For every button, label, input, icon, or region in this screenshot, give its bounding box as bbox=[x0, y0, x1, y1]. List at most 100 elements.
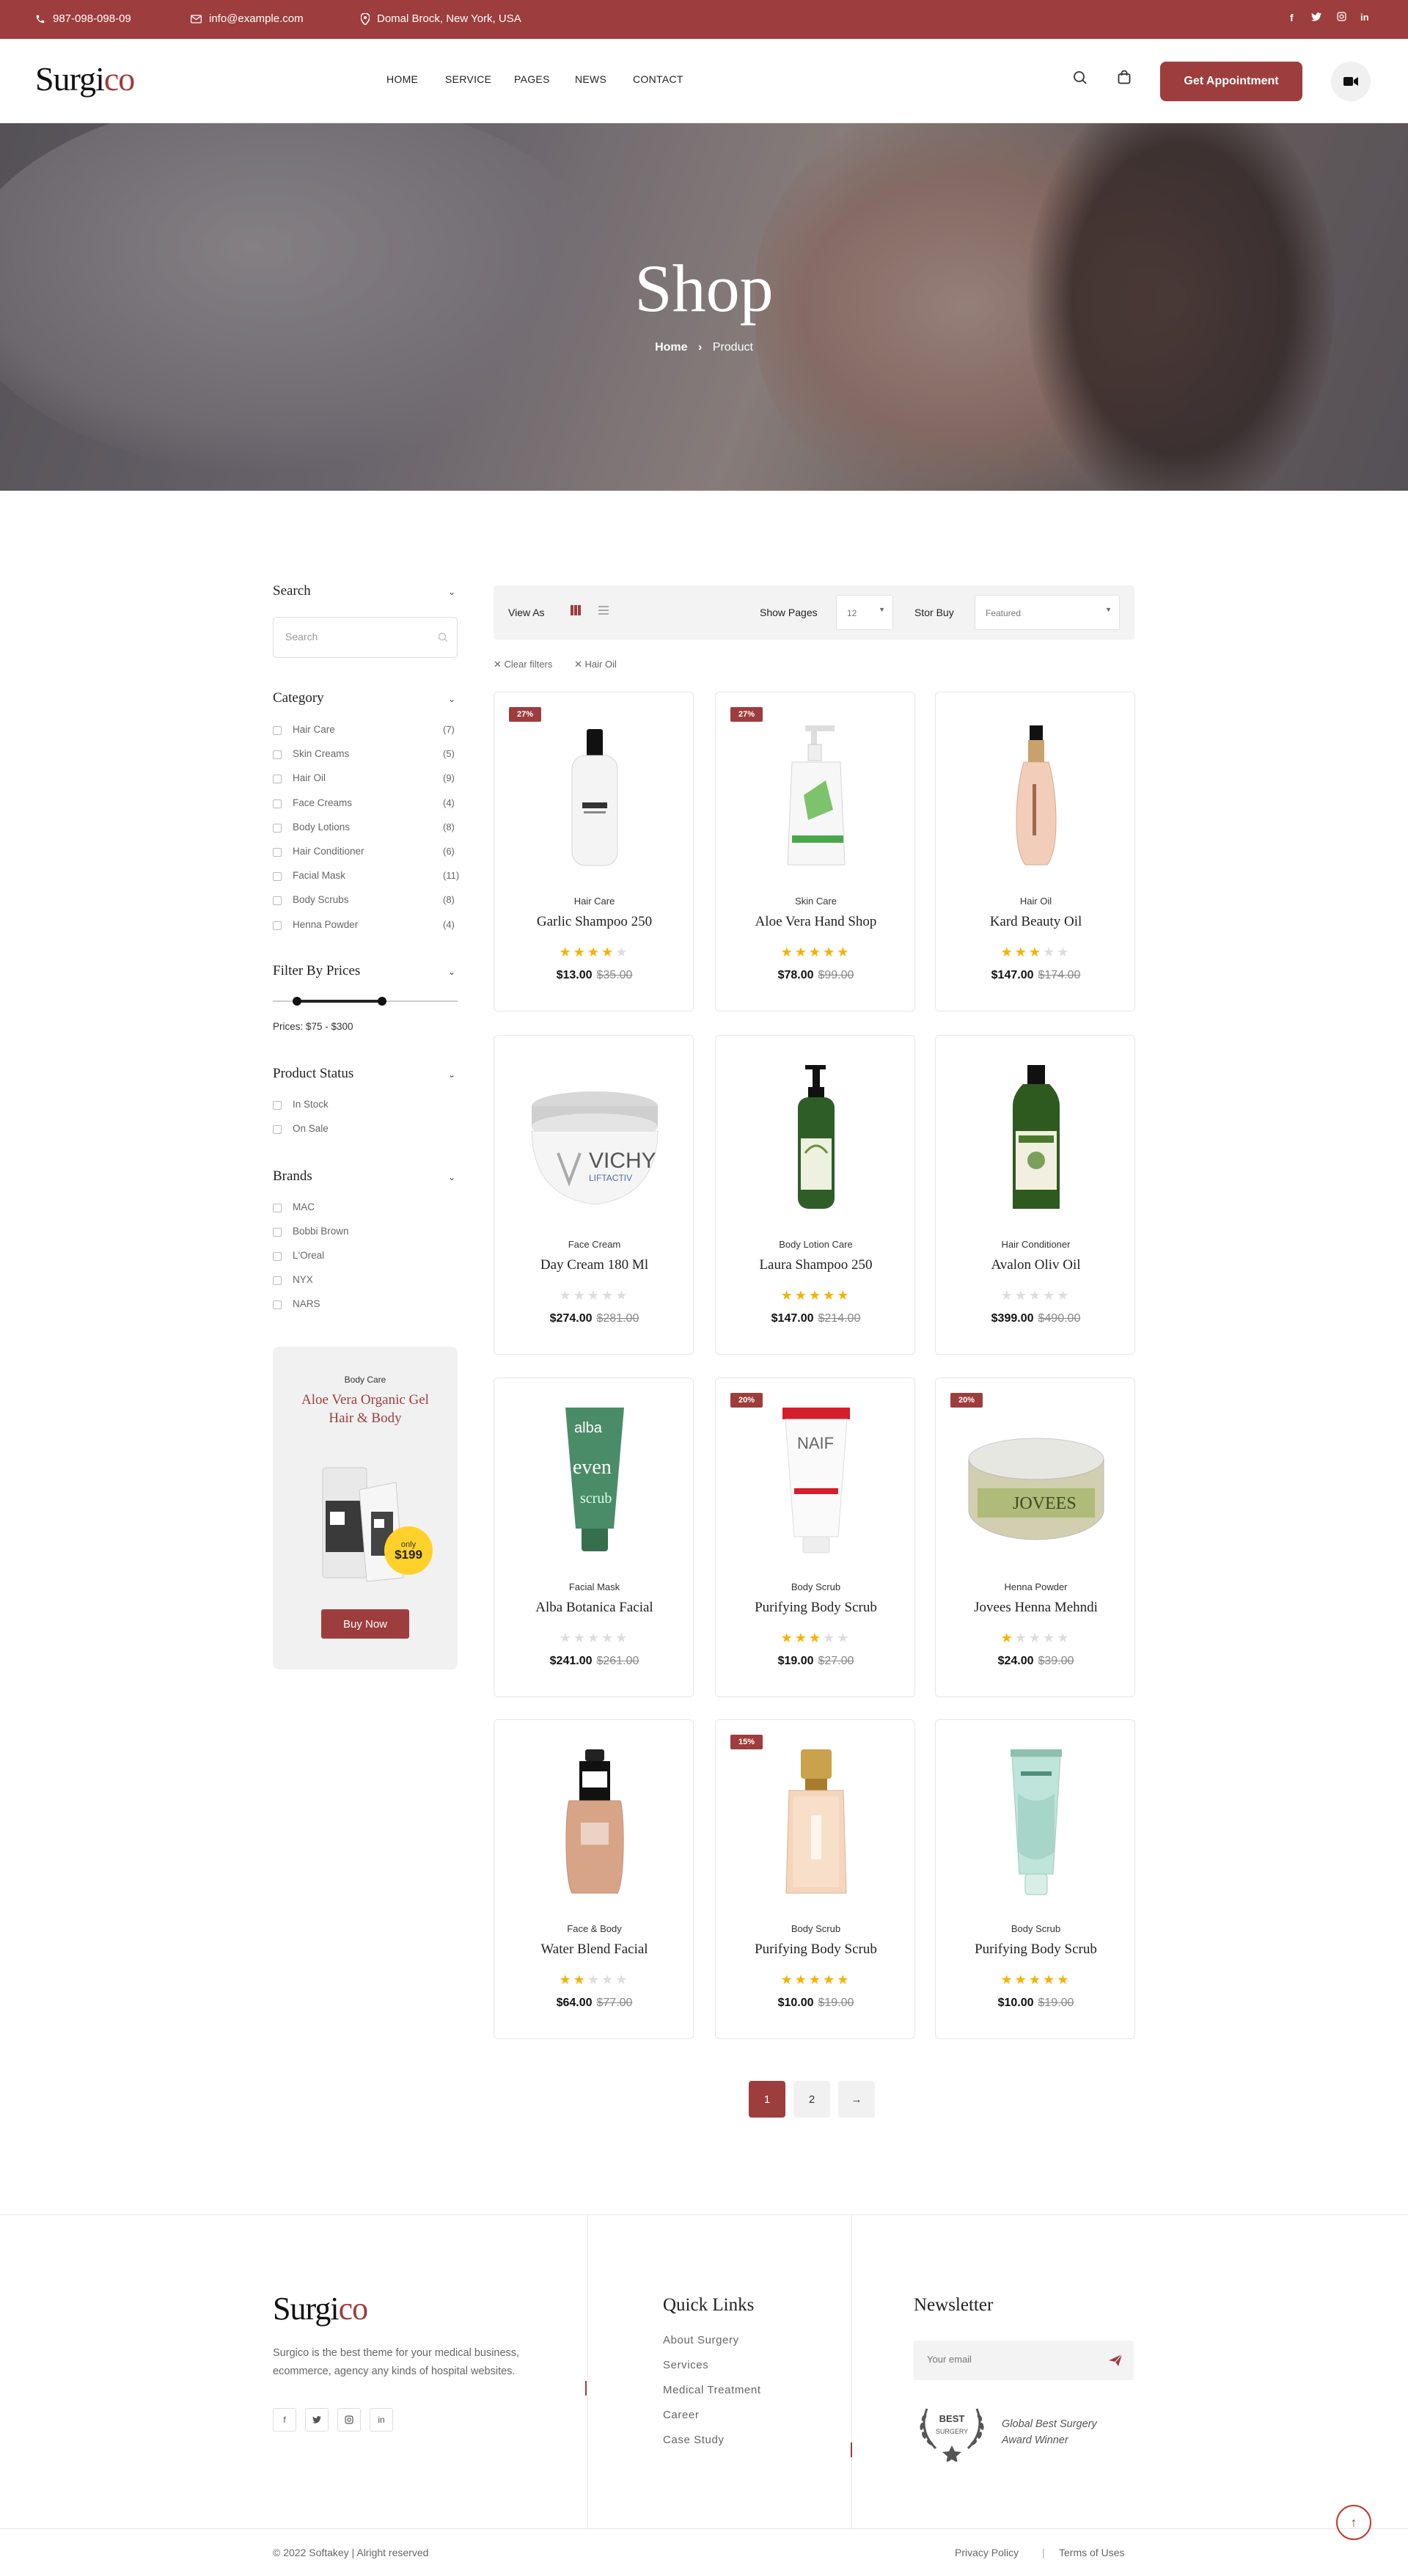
category-checkbox[interactable] bbox=[273, 823, 282, 833]
footer-link[interactable]: Career bbox=[663, 2409, 699, 2421]
category-label[interactable]: Facial Mask bbox=[293, 870, 345, 881]
product-image[interactable] bbox=[936, 1058, 1136, 1212]
product-image[interactable]: alba even scrub bbox=[494, 1400, 694, 1554]
product-image[interactable]: VICHY LIFTACTIV bbox=[494, 1058, 694, 1212]
filter-chip[interactable]: ✕ Hair Oil bbox=[574, 659, 617, 670]
status-checkbox[interactable] bbox=[273, 1125, 282, 1134]
page-2-button[interactable]: 2 bbox=[793, 2081, 830, 2118]
price-slider-min-handle[interactable] bbox=[292, 997, 301, 1006]
product-card[interactable]: Body Scrub Purifying Body Scrub ★★★★★ $10.0… bbox=[935, 1719, 1135, 2039]
sort-select[interactable]: Featured ▼ bbox=[975, 595, 1120, 630]
show-pages-select[interactable]: 12 ▼ bbox=[836, 595, 893, 630]
nav-news[interactable]: NEWS bbox=[575, 73, 606, 85]
brand-label[interactable]: L'Oreal bbox=[293, 1250, 324, 1261]
buy-now-button[interactable]: Buy Now bbox=[321, 1609, 409, 1639]
product-image[interactable] bbox=[494, 1742, 694, 1896]
get-appointment-button[interactable]: Get Appointment bbox=[1160, 62, 1302, 101]
product-name[interactable]: Day Cream 180 Ml bbox=[494, 1257, 694, 1273]
privacy-link[interactable]: Privacy Policy bbox=[955, 2547, 1019, 2558]
product-card[interactable]: Body Lotion Care Laura Shampoo 250 ★★★★★ $1… bbox=[715, 1035, 915, 1355]
clear-filters[interactable]: ✕ Clear filters bbox=[494, 659, 552, 670]
nav-service[interactable]: SERVICE bbox=[445, 73, 491, 85]
category-label[interactable]: Hair Conditioner bbox=[293, 846, 364, 857]
product-image[interactable]: JOVEES bbox=[936, 1400, 1136, 1554]
breadcrumb-home[interactable]: Home bbox=[655, 341, 687, 354]
product-card[interactable]: 27% Hair Care Garlic Shampoo 250 ★★★★★ $13.0… bbox=[494, 692, 694, 1011]
linkedin-icon[interactable]: in bbox=[1360, 12, 1369, 23]
phone-contact[interactable]: 987-098-098-09 bbox=[35, 12, 131, 25]
product-name[interactable]: Purifying Body Scrub bbox=[936, 1942, 1136, 1958]
send-icon[interactable] bbox=[1109, 2354, 1122, 2366]
next-page-button[interactable]: → bbox=[838, 2081, 875, 2118]
product-card[interactable]: alba even scrub Facial Mask Alba Botanica Fa… bbox=[494, 1377, 694, 1697]
newsletter-email-input[interactable] bbox=[927, 2354, 1088, 2365]
status-label[interactable]: In Stock bbox=[293, 1099, 329, 1110]
category-checkbox[interactable] bbox=[273, 921, 282, 930]
product-image[interactable] bbox=[716, 1058, 916, 1212]
search-input[interactable] bbox=[285, 631, 432, 643]
product-image[interactable] bbox=[936, 1742, 1136, 1896]
product-card[interactable]: 15% Body Scrub Purifying Body Scrub ★★★★★ $1… bbox=[715, 1719, 915, 2039]
product-name[interactable]: Laura Shampoo 250 bbox=[716, 1257, 916, 1273]
facebook-icon[interactable]: f bbox=[1290, 12, 1294, 23]
cart-icon[interactable] bbox=[1118, 70, 1131, 88]
product-card[interactable]: Hair Conditioner Avalon Oliv Oil ★★★★★ $399… bbox=[935, 1035, 1135, 1355]
product-card[interactable]: VICHY LIFTACTIV Face Cream Day Cream 180 Ml… bbox=[494, 1035, 694, 1355]
product-card[interactable]: Face & Body Water Blend Facial ★★★★★ $64.00… bbox=[494, 1719, 694, 2039]
category-label[interactable]: Face Creams bbox=[293, 797, 352, 808]
twitter-icon[interactable] bbox=[1311, 12, 1321, 23]
category-label[interactable]: Skin Creams bbox=[293, 748, 349, 759]
brand-checkbox[interactable] bbox=[273, 1228, 282, 1237]
linkedin-icon[interactable]: in bbox=[370, 2408, 393, 2432]
category-label[interactable]: Henna Powder bbox=[293, 919, 358, 930]
brand-label[interactable]: NARS bbox=[293, 1298, 320, 1309]
price-slider-max-handle[interactable] bbox=[377, 997, 386, 1006]
category-checkbox[interactable] bbox=[273, 848, 282, 857]
grid-view-icon[interactable] bbox=[570, 604, 582, 618]
chevron-down-icon[interactable]: ⌄ bbox=[448, 967, 455, 977]
product-image[interactable] bbox=[936, 714, 1136, 868]
category-checkbox[interactable] bbox=[273, 799, 282, 808]
category-label[interactable]: Hair Care bbox=[293, 724, 335, 735]
status-checkbox[interactable] bbox=[273, 1101, 282, 1110]
product-image[interactable]: NAIF bbox=[716, 1400, 916, 1554]
nav-contact[interactable]: CONTACT bbox=[633, 73, 683, 85]
product-name[interactable]: Water Blend Facial bbox=[494, 1942, 694, 1958]
twitter-icon[interactable] bbox=[305, 2408, 329, 2432]
email-contact[interactable]: info@example.com bbox=[191, 12, 304, 25]
product-card[interactable]: 20% JOVEES Henna Powder Jovees Henna Mehndi… bbox=[935, 1377, 1135, 1697]
product-name[interactable]: Alba Botanica Facial bbox=[494, 1600, 694, 1616]
brand-label[interactable]: MAC bbox=[293, 1201, 315, 1212]
product-name[interactable]: Purifying Body Scrub bbox=[716, 1942, 916, 1958]
brand-label[interactable]: Bobbi Brown bbox=[293, 1226, 349, 1237]
facebook-icon[interactable]: f bbox=[273, 2408, 296, 2432]
brand-checkbox[interactable] bbox=[273, 1204, 282, 1212]
nav-pages[interactable]: PAGES bbox=[514, 73, 550, 85]
category-checkbox[interactable] bbox=[273, 775, 282, 784]
product-name[interactable]: Avalon Oliv Oil bbox=[936, 1257, 1136, 1273]
logo[interactable]: Surgico bbox=[35, 59, 135, 98]
chevron-down-icon[interactable]: ⌄ bbox=[448, 1069, 455, 1080]
terms-link[interactable]: Terms of Uses bbox=[1059, 2547, 1124, 2558]
brand-checkbox[interactable] bbox=[273, 1300, 282, 1309]
category-label[interactable]: Body Lotions bbox=[293, 822, 350, 833]
product-image[interactable] bbox=[494, 714, 694, 868]
brand-label[interactable]: NYX bbox=[293, 1274, 313, 1285]
category-checkbox[interactable] bbox=[273, 872, 282, 882]
product-card[interactable]: 27% Skin Care Aloe Vera Hand Shop ★★★★★ $78.… bbox=[715, 692, 915, 1011]
search-icon[interactable] bbox=[438, 632, 448, 643]
category-checkbox[interactable] bbox=[273, 726, 282, 735]
list-view-icon[interactable] bbox=[598, 604, 609, 618]
footer-link[interactable]: About Surgery bbox=[663, 2334, 739, 2346]
instagram-icon[interactable] bbox=[1337, 12, 1346, 23]
product-name[interactable]: Jovees Henna Mehndi bbox=[936, 1600, 1136, 1616]
category-checkbox[interactable] bbox=[273, 750, 282, 760]
chevron-down-icon[interactable]: ⌄ bbox=[448, 1172, 455, 1182]
product-image[interactable] bbox=[716, 714, 916, 868]
category-checkbox[interactable] bbox=[273, 896, 282, 906]
scroll-to-top-button[interactable]: ↑ bbox=[1336, 2505, 1371, 2540]
search-icon[interactable] bbox=[1073, 70, 1088, 89]
brand-checkbox[interactable] bbox=[273, 1276, 282, 1285]
category-label[interactable]: Hair Oil bbox=[293, 772, 326, 783]
product-card[interactable]: 20% NAIF Body Scrub Purifying Body Scrub ★★★… bbox=[715, 1377, 915, 1697]
